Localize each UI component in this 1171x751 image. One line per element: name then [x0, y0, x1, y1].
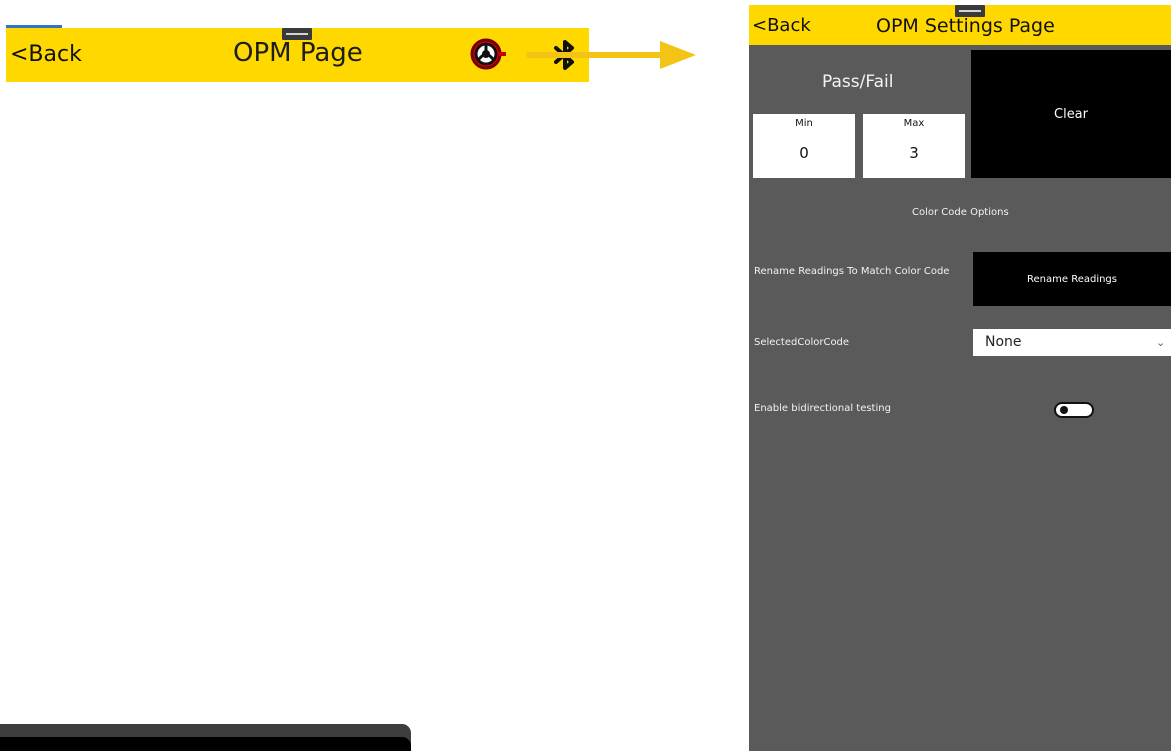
clear-button[interactable]: Clear	[971, 50, 1171, 178]
selected-color-code-dropdown[interactable]: None ⌄	[973, 329, 1171, 356]
bottom-window-strip-inner	[0, 737, 411, 751]
toggle-knob	[1060, 406, 1068, 414]
arrow-head-icon	[660, 41, 696, 69]
selected-color-code-label: SelectedColorCode	[754, 337, 850, 348]
arrow-connector	[526, 52, 666, 58]
min-label: Min	[795, 118, 813, 129]
chevron-down-icon: ⌄	[1156, 336, 1166, 349]
selected-color-code-value: None	[985, 334, 1022, 350]
settings-title: OPM Settings Page	[876, 15, 1055, 37]
page-title: OPM Page	[233, 38, 363, 68]
max-value: 3	[909, 144, 919, 162]
rename-readings-button[interactable]: Rename Readings	[973, 252, 1171, 306]
color-code-options-title: Color Code Options	[912, 207, 1009, 218]
max-label: Max	[903, 118, 925, 129]
back-link[interactable]: <Back	[752, 15, 811, 36]
pass-fail-label: Pass/Fail	[822, 72, 894, 92]
min-value: 0	[799, 144, 809, 162]
bidirectional-label: Enable bidirectional testing	[754, 403, 891, 414]
min-field[interactable]: Min 0	[753, 114, 855, 178]
rename-readings-label: Rename Readings To Match Color Code	[754, 266, 950, 277]
steering-wheel-icon[interactable]	[470, 38, 510, 70]
back-link[interactable]: <Back	[10, 42, 82, 67]
max-field[interactable]: Max 3	[863, 114, 965, 178]
bidirectional-toggle[interactable]	[1054, 402, 1094, 418]
